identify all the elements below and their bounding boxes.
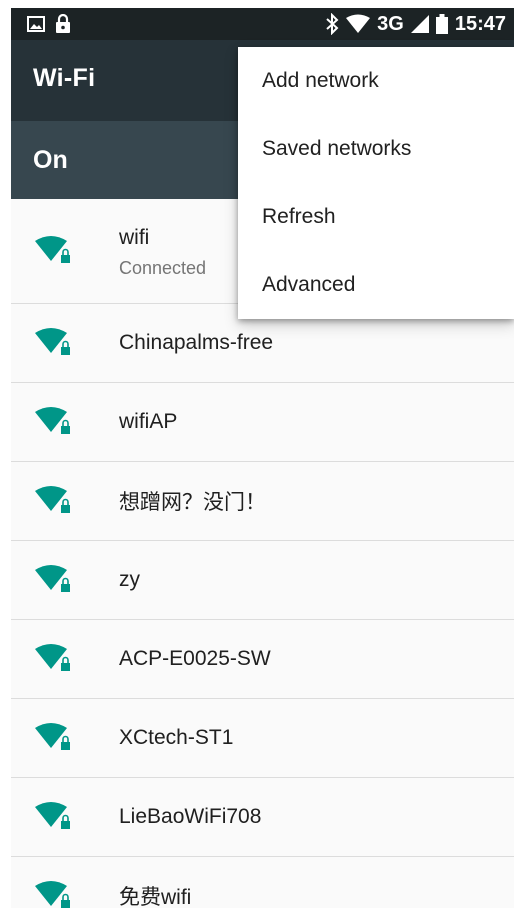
wifi-locked-icon — [35, 723, 70, 750]
menu-item-advanced[interactable]: Advanced — [238, 251, 514, 319]
network-ssid: wifiAP — [119, 410, 178, 433]
page-title: Wi-Fi — [33, 64, 96, 92]
wifi-signal-icon — [346, 14, 371, 33]
lock-icon — [56, 14, 70, 33]
wifi-locked-icon — [35, 486, 70, 513]
battery-icon — [435, 14, 448, 34]
overflow-menu: Add network Saved networks Refresh Advan… — [238, 47, 514, 319]
network-ssid: LieBaoWiFi708 — [119, 805, 262, 828]
network-item[interactable]: 免费wifi — [11, 857, 514, 908]
clock: 15:47 — [454, 13, 506, 35]
image-icon — [27, 16, 45, 32]
wifi-locked-icon — [35, 565, 70, 592]
wifi-switch-label: On — [33, 146, 68, 174]
network-ssid: XCtech-ST1 — [119, 726, 234, 749]
bluetooth-icon — [326, 13, 339, 35]
network-item[interactable]: wifiAP — [11, 383, 514, 462]
menu-item-refresh[interactable]: Refresh — [238, 183, 514, 251]
menu-item-add-network[interactable]: Add network — [238, 47, 514, 115]
network-ssid: Chinapalms-free — [119, 331, 274, 354]
network-item[interactable]: XCtech-ST1 — [11, 699, 514, 778]
status-bar: 3G 15:47 — [11, 8, 514, 40]
network-status: Connected — [119, 258, 207, 278]
network-item[interactable]: LieBaoWiFi708 — [11, 778, 514, 857]
network-type-label: 3G — [377, 13, 404, 35]
network-item[interactable]: ACP-E0025-SW — [11, 620, 514, 699]
wifi-locked-icon — [35, 407, 70, 434]
wifi-locked-icon — [35, 328, 70, 355]
cell-signal-icon — [410, 15, 429, 33]
wifi-settings-screen: 3G 15:47 Wi-Fi On wifi Connected Chinapa… — [11, 8, 514, 908]
menu-item-saved-networks[interactable]: Saved networks — [238, 115, 514, 183]
network-ssid: zy — [119, 568, 140, 591]
network-item[interactable]: zy — [11, 541, 514, 620]
network-ssid: ACP-E0025-SW — [119, 647, 271, 670]
network-ssid: wifi — [119, 226, 150, 249]
network-ssid: 想蹭网？没门！ — [119, 491, 266, 514]
wifi-locked-icon — [35, 236, 70, 263]
network-item[interactable]: 想蹭网？没门！ — [11, 462, 514, 541]
wifi-locked-icon — [35, 881, 70, 908]
wifi-locked-icon — [35, 802, 70, 829]
network-ssid: 免费wifi — [119, 886, 192, 908]
wifi-locked-icon — [35, 644, 70, 671]
